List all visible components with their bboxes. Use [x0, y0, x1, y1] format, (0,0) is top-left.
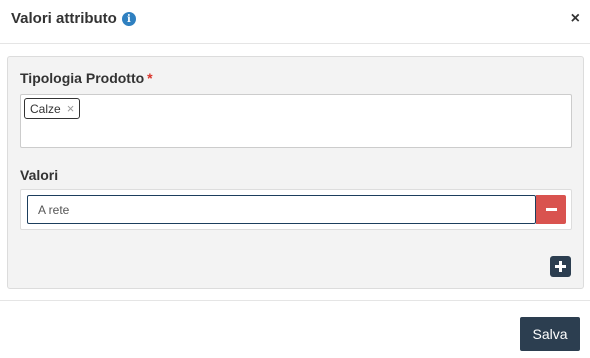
add-value-button[interactable] [550, 256, 571, 277]
valori-label: Valori [20, 167, 59, 183]
value-input[interactable] [27, 195, 536, 224]
modal-title-container: Valori attributo i [11, 10, 136, 27]
modal-footer: Salva [0, 300, 590, 358]
modal-header: Valori attributo i × [0, 0, 590, 44]
tag-remove-icon[interactable]: × [67, 101, 75, 116]
tag-chip: Calze × [24, 98, 81, 119]
tipologia-label: Tipologia Prodotto * [20, 70, 153, 86]
value-row [20, 189, 572, 230]
close-button[interactable]: × [571, 11, 580, 27]
save-button[interactable]: Salva [520, 317, 580, 351]
plus-icon [555, 261, 566, 272]
tag-label: Calze [30, 101, 61, 116]
modal-title: Valori attributo [11, 10, 117, 27]
tipologia-label-text: Tipologia Prodotto [20, 70, 145, 86]
minus-icon [545, 208, 557, 211]
tipologia-tag-input[interactable]: Calze × [20, 94, 572, 148]
form-panel: Tipologia Prodotto * Calze × Valori [7, 56, 584, 289]
remove-value-button[interactable] [536, 195, 566, 224]
info-icon[interactable]: i [121, 12, 136, 26]
required-marker: * [147, 70, 153, 86]
